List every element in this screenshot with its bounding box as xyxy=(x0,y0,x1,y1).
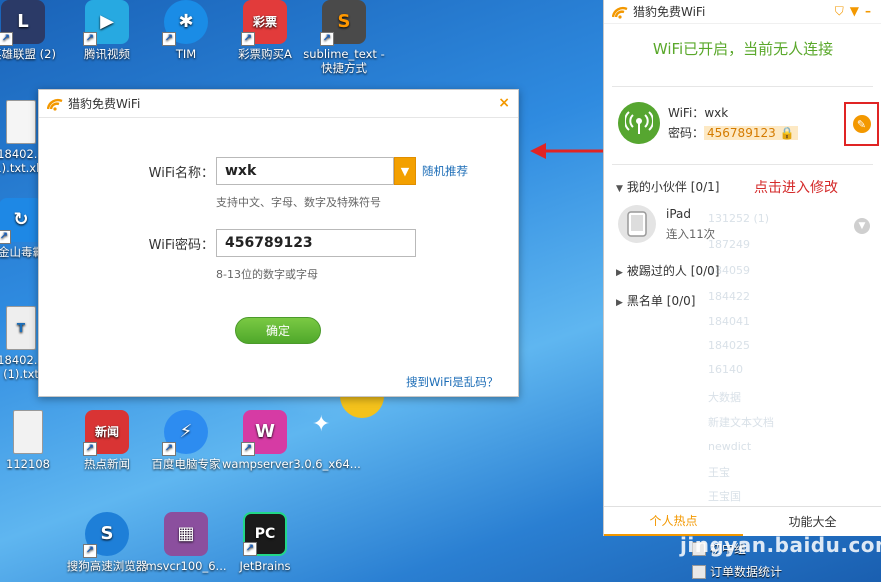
edit-annotation: 点击进入修改 xyxy=(754,180,838,196)
file-icon xyxy=(6,100,36,144)
spreadsheet-icon xyxy=(692,564,706,579)
red-arrow-annotation xyxy=(530,143,608,159)
divider xyxy=(612,164,873,165)
device-item[interactable]: iPad 连入11次 xyxy=(618,204,715,244)
tab-personal-hotspot[interactable]: 个人热点 xyxy=(604,507,743,536)
duba-icon: ↻ ↗ xyxy=(0,198,43,244)
desktop-icon-baidu-expert[interactable]: ⚡ ↗ 百度电脑专家 xyxy=(143,410,229,471)
desktop-icon-lol[interactable]: L↗ 英雄联盟 (2) xyxy=(0,0,66,61)
desktop-icon-wampserver[interactable]: W ↗ wampserver3.0.6_x64... xyxy=(222,410,361,471)
ghost-text: 184041 xyxy=(708,315,750,328)
wifi-password-row: WiFi密码： xyxy=(139,229,416,257)
cheetah-wifi-panel: 猎豹免费WiFi ⛉ ▼ – WiFi已开启，当前无人连接 WiFi：wxk 密… xyxy=(603,0,881,536)
ghost-text: 184422 xyxy=(708,290,750,303)
wifi-name-row: WiFi名称： ▼ 随机推荐 xyxy=(139,157,468,185)
password-value: 456789123 🔒 xyxy=(704,126,798,140)
sogou-icon: S ↗ xyxy=(83,512,129,558)
desktop-icon-sogou[interactable]: S ↗ 搜狗高速浏览器 xyxy=(64,512,150,573)
ghost-text: 王宝国 xyxy=(708,490,741,503)
dialog-title: 猎豹免费WiFi xyxy=(68,97,141,111)
sublime-icon: S ↗ xyxy=(320,0,366,46)
wifi-name-hint: 支持中文、字母、数字及特殊符号 xyxy=(216,196,381,209)
desktop-icon-tencent-video[interactable]: ▶ ↗ 腾讯视频 xyxy=(64,0,150,61)
ghost-text: 新建文本文档 xyxy=(708,416,774,429)
wifi-name-input[interactable] xyxy=(216,157,394,185)
ghost-text: 131252 (1) xyxy=(708,212,770,225)
device-connect-count: 连入11次 xyxy=(666,227,716,241)
desktop-icon-sublime[interactable]: S ↗ sublime_text - 快捷方式 xyxy=(301,0,387,75)
wampserver-icon: W ↗ xyxy=(241,410,287,456)
edit-highlight-box[interactable]: ✎ xyxy=(844,102,879,146)
desktop-icon-112108[interactable]: 112108 xyxy=(0,410,71,471)
garbled-wifi-help-link[interactable]: 搜到WiFi是乱码？ xyxy=(406,374,498,390)
wifi-name-label: WiFi： xyxy=(668,106,705,120)
desktop-icon-tim[interactable]: ✱ ↗ TIM xyxy=(143,0,229,61)
lock-icon: 🔒 xyxy=(779,126,795,140)
chevron-down-icon[interactable]: ▼ xyxy=(394,157,416,185)
lol-icon: L ↗ xyxy=(0,0,45,46)
triangle-down-icon: ▼ xyxy=(616,184,623,194)
ghost-text: 184025 xyxy=(708,339,750,352)
ghost-text: 16140 xyxy=(708,363,743,376)
archive-icon: ▦ xyxy=(164,512,208,556)
lottery-icon: 彩票 ↗ xyxy=(241,0,287,46)
tim-icon: ✱ ↗ xyxy=(162,0,208,46)
chevron-down-icon[interactable]: ▼ xyxy=(854,218,870,234)
text-file-icon: T xyxy=(6,306,36,350)
wifi-info-card: WiFi：wxk 密码： 456789123 🔒 xyxy=(618,102,798,144)
wifi-password-hint: 8-13位的数字或字母 xyxy=(216,268,318,281)
wifi-name-label: WiFi名称： xyxy=(148,165,214,181)
ghost-text: newdict xyxy=(708,440,752,453)
dialog-title-bar: 猎豹免费WiFi xyxy=(39,90,518,118)
password-label: 密码： xyxy=(668,126,705,140)
panel-footer-tabs: 个人热点 功能大全 xyxy=(604,506,881,536)
kicked-section[interactable]: ▶ 被踢过的人 [0/0] xyxy=(616,262,719,279)
baidu-watermark: jingyan.baidu.com xyxy=(680,533,881,557)
wifi-settings-dialog: 猎豹免费WiFi × WiFi名称： ▼ 随机推荐 支持中文、字母、数字及特殊符… xyxy=(38,89,519,397)
wifi-name-value: wxk xyxy=(704,106,729,120)
desktop-icon-msvcr[interactable]: ▦ msvcr100_6... xyxy=(143,512,229,573)
desktop-icon-jetbrains[interactable]: PC ↗ JetBrains xyxy=(222,512,308,573)
desktop-item-orders[interactable]: 订单数据统计 xyxy=(692,563,782,580)
wifi-password-input[interactable] xyxy=(216,229,416,257)
tab-function-list[interactable]: 功能大全 xyxy=(743,507,881,536)
partners-section[interactable]: ▼ 我的小伙伴 [0/1] xyxy=(616,178,719,195)
panel-controls: ⛉ ▼ – xyxy=(835,4,871,19)
wifi-signal-icon xyxy=(618,102,660,144)
wifi-password-label: WiFi密码： xyxy=(148,237,214,253)
divider xyxy=(612,86,873,87)
tablet-icon xyxy=(618,205,656,243)
minimize-icon[interactable]: – xyxy=(865,4,871,19)
device-name: iPad xyxy=(666,207,692,221)
pycharm-icon: PC ↗ xyxy=(243,512,287,556)
document-icon xyxy=(13,410,43,454)
cheetah-logo-icon xyxy=(612,5,628,19)
chevron-down-icon[interactable]: ▼ xyxy=(850,4,859,19)
triangle-right-icon: ▶ xyxy=(616,268,623,278)
shield-icon[interactable]: ⛉ xyxy=(835,4,844,19)
close-button[interactable]: × xyxy=(498,95,510,111)
desktop-icon-news[interactable]: 新闻 ↗ 热点新闻 xyxy=(64,410,150,471)
connection-status: WiFi已开启，当前无人连接 xyxy=(652,40,834,58)
random-recommend-link[interactable]: 随机推荐 xyxy=(422,163,468,179)
sparkle-icon: ✦ xyxy=(312,412,331,437)
desktop-icon-lottery[interactable]: 彩票 ↗ 彩票购买A xyxy=(222,0,308,61)
confirm-button[interactable]: 确定 xyxy=(235,317,321,344)
blacklist-section[interactable]: ▶ 黑名单 [0/0] xyxy=(616,292,695,309)
pencil-icon[interactable]: ✎ xyxy=(852,115,871,133)
ghost-text: 大数据 xyxy=(708,391,741,404)
news-icon: 新闻 ↗ xyxy=(83,410,129,456)
triangle-right-icon: ▶ xyxy=(616,298,623,308)
baidu-expert-icon: ⚡ ↗ xyxy=(162,410,208,456)
ghost-text: 王宝 xyxy=(708,466,730,479)
panel-title: 猎豹免费WiFi xyxy=(633,5,706,19)
cheetah-logo-icon xyxy=(47,97,63,111)
tencent-video-icon: ▶ ↗ xyxy=(83,0,129,46)
wifi-details: WiFi：wxk 密码： 456789123 🔒 xyxy=(668,103,798,143)
